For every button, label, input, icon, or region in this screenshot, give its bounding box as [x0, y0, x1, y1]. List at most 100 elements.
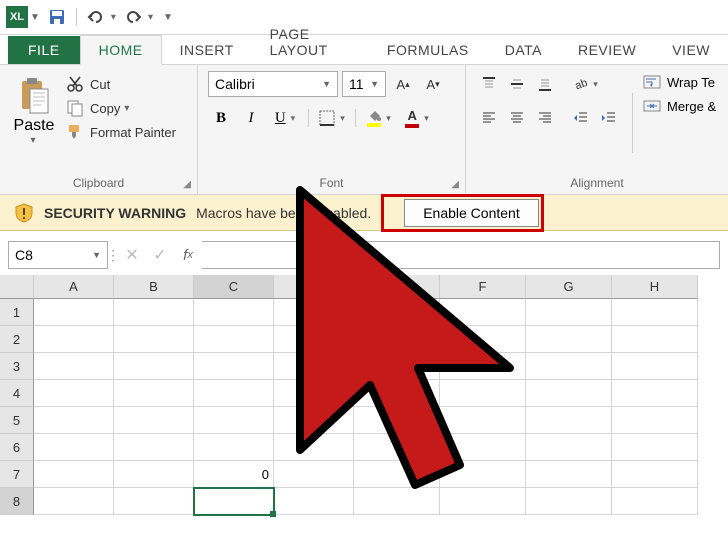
cell[interactable] — [194, 353, 274, 380]
wrap-text-button[interactable]: Wrap Te — [643, 73, 716, 91]
increase-font-size-button[interactable]: A▴ — [390, 71, 416, 97]
tab-insert[interactable]: INSERT — [162, 36, 252, 64]
cell[interactable] — [440, 434, 526, 461]
cell[interactable] — [612, 299, 698, 326]
tab-file[interactable]: FILE — [8, 36, 80, 64]
copy-dropdown[interactable]: ▾ — [124, 103, 129, 114]
cell[interactable] — [274, 488, 354, 515]
cell[interactable] — [354, 299, 440, 326]
cell[interactable] — [34, 353, 114, 380]
cell[interactable] — [440, 461, 526, 488]
insert-function-button[interactable]: fx — [174, 241, 202, 269]
row-header[interactable]: 6 — [0, 434, 34, 461]
cell[interactable] — [612, 326, 698, 353]
spreadsheet-grid[interactable]: ABCDEFGH 1234567 0 8 — [0, 275, 728, 515]
cancel-formula-button[interactable]: ✕ — [118, 241, 146, 269]
row-header[interactable]: 7 — [0, 461, 34, 488]
column-header[interactable]: H — [612, 275, 698, 299]
cell[interactable] — [440, 488, 526, 515]
column-header[interactable]: E — [354, 275, 440, 299]
tab-view[interactable]: VIEW — [654, 36, 728, 64]
cell[interactable] — [354, 407, 440, 434]
tab-data[interactable]: DATA — [487, 36, 560, 64]
save-button[interactable] — [44, 4, 70, 30]
cell[interactable] — [34, 434, 114, 461]
cell[interactable]: 0 — [194, 461, 274, 488]
column-header[interactable]: G — [526, 275, 612, 299]
cell[interactable] — [114, 326, 194, 353]
cell[interactable] — [354, 353, 440, 380]
cell[interactable] — [526, 434, 612, 461]
cell[interactable] — [526, 461, 612, 488]
font-dialog-launcher[interactable]: ◢ — [451, 179, 459, 190]
cell[interactable] — [194, 299, 274, 326]
qat-customize-dropdown[interactable]: ▼ — [30, 12, 40, 23]
cell[interactable] — [354, 488, 440, 515]
cell[interactable] — [274, 434, 354, 461]
cell[interactable] — [440, 380, 526, 407]
cell[interactable] — [114, 380, 194, 407]
merge-center-button[interactable]: Merge & — [643, 97, 716, 115]
cell[interactable] — [526, 299, 612, 326]
enable-content-button[interactable]: Enable Content — [404, 199, 539, 227]
cell[interactable] — [354, 434, 440, 461]
row-header[interactable]: 1 — [0, 299, 34, 326]
cell[interactable] — [526, 407, 612, 434]
align-bottom-button[interactable] — [532, 71, 558, 97]
align-left-button[interactable] — [476, 105, 502, 131]
cell[interactable] — [274, 380, 354, 407]
align-center-button[interactable] — [504, 105, 530, 131]
decrease-font-size-button[interactable]: A▾ — [420, 71, 446, 97]
cell[interactable] — [114, 488, 194, 515]
column-header[interactable]: B — [114, 275, 194, 299]
enter-formula-button[interactable]: ✓ — [146, 241, 174, 269]
cell[interactable] — [274, 326, 354, 353]
format-painter-button[interactable]: Format Painter — [66, 123, 176, 141]
cell[interactable] — [274, 299, 354, 326]
cell[interactable] — [612, 380, 698, 407]
cell[interactable] — [274, 353, 354, 380]
cut-button[interactable]: Cut — [66, 75, 176, 93]
row-header[interactable]: 2 — [0, 326, 34, 353]
fill-color-button[interactable]: ▾ — [362, 105, 396, 131]
italic-button[interactable]: I — [238, 105, 264, 131]
cell[interactable] — [612, 407, 698, 434]
increase-indent-button[interactable] — [596, 105, 622, 131]
cell[interactable] — [274, 461, 354, 488]
cell[interactable] — [612, 434, 698, 461]
cell[interactable] — [34, 407, 114, 434]
cell[interactable] — [440, 353, 526, 380]
row-header[interactable]: 8 — [0, 488, 34, 515]
font-color-button[interactable]: A ▾ — [400, 105, 434, 131]
column-headers[interactable]: ABCDEFGH — [0, 275, 728, 299]
cell[interactable] — [114, 461, 194, 488]
row-header[interactable]: 3 — [0, 353, 34, 380]
cell[interactable] — [194, 407, 274, 434]
cell[interactable] — [612, 488, 698, 515]
cell[interactable] — [114, 434, 194, 461]
redo-button[interactable] — [120, 4, 146, 30]
row-header[interactable]: 5 — [0, 407, 34, 434]
column-header[interactable]: C — [194, 275, 274, 299]
undo-button[interactable] — [83, 4, 109, 30]
undo-dropdown[interactable]: ▾ — [111, 12, 116, 23]
qat-more-dropdown[interactable]: ▼ — [163, 12, 173, 23]
paste-dropdown[interactable]: ▾ — [30, 135, 35, 146]
cell[interactable] — [194, 380, 274, 407]
select-all-corner[interactable] — [0, 275, 34, 299]
cell[interactable] — [34, 488, 114, 515]
cell[interactable] — [34, 326, 114, 353]
cell[interactable] — [354, 326, 440, 353]
cell[interactable] — [34, 380, 114, 407]
cell[interactable] — [440, 326, 526, 353]
cell[interactable] — [194, 434, 274, 461]
align-top-button[interactable] — [476, 71, 502, 97]
cell[interactable] — [440, 299, 526, 326]
cell[interactable] — [526, 380, 612, 407]
tab-review[interactable]: REVIEW — [560, 36, 654, 64]
row-header[interactable]: 4 — [0, 380, 34, 407]
cell[interactable] — [612, 461, 698, 488]
cell[interactable] — [440, 407, 526, 434]
cell[interactable] — [34, 461, 114, 488]
underline-button[interactable]: U▾ — [268, 105, 302, 131]
